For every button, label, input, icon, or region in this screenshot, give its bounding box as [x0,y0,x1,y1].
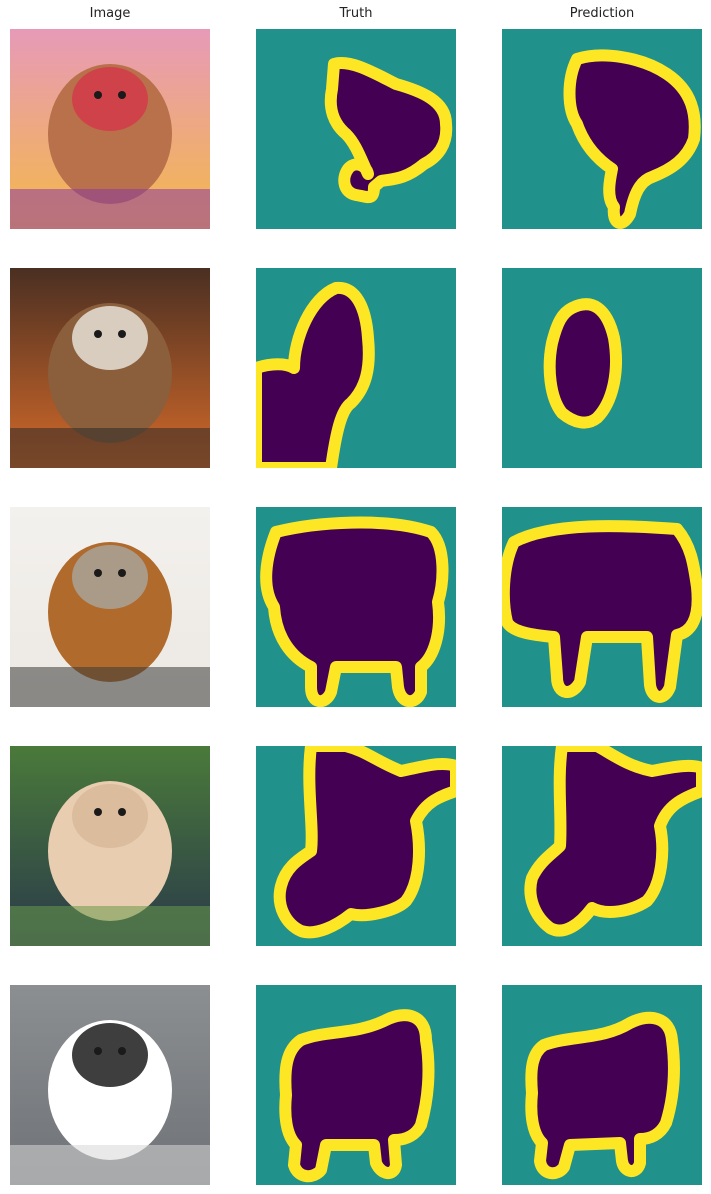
dog-eye-left [94,808,102,816]
image-cell-row-2 [10,268,210,468]
photo-ground [10,667,210,707]
prediction-mask-row-3 [502,507,702,707]
prediction-mask-row-4 [502,746,702,946]
dog-head [72,306,148,370]
photo-ground [10,189,210,229]
dog-eye-right [118,1047,126,1055]
prediction-mask-svg [502,507,702,707]
prediction-mask-row-1 [502,29,702,229]
prediction-mask-svg [502,985,702,1185]
photo-svg [10,746,210,946]
photo-svg [10,985,210,1185]
truth-mask-svg [256,746,456,946]
dog-eye-right [118,569,126,577]
truth-mask-row-1 [256,29,456,229]
dog-eye-right [118,91,126,99]
photo-svg [10,507,210,707]
prediction-object-region [543,298,622,429]
truth-mask-svg [256,268,456,468]
prediction-mask-row-5 [502,985,702,1185]
dog-eye-left [94,91,102,99]
dog-eye-right [118,808,126,816]
truth-mask-row-3 [256,507,456,707]
photo-ground [10,906,210,946]
image-cell-row-5 [10,985,210,1185]
photo-ground [10,1145,210,1185]
photo-ground [10,428,210,468]
image-cell-row-1 [10,29,210,229]
dog-eye-right [118,330,126,338]
image-cell-row-4 [10,746,210,946]
dog-eye-left [94,1047,102,1055]
image-cell-row-3 [10,507,210,707]
dog-eye-left [94,330,102,338]
photo-svg [10,29,210,229]
dog-eye-left [94,569,102,577]
truth-mask-svg [256,29,456,229]
photo-svg [10,268,210,468]
truth-mask-svg [256,507,456,707]
header-truth: Truth [339,6,373,21]
truth-mask-row-2 [256,268,456,468]
prediction-mask-svg [502,29,702,229]
prediction-mask-svg [502,746,702,946]
header-prediction: Prediction [569,6,635,21]
dog-head [72,545,148,609]
prediction-mask-row-2 [502,268,702,468]
truth-mask-row-5 [256,985,456,1185]
dog-head [72,1023,148,1087]
dog-head [72,67,148,131]
dog-head [72,784,148,848]
prediction-mask-svg [502,268,702,468]
header-image: Image [89,6,131,21]
truth-mask-row-4 [256,746,456,946]
truth-mask-svg [256,985,456,1185]
